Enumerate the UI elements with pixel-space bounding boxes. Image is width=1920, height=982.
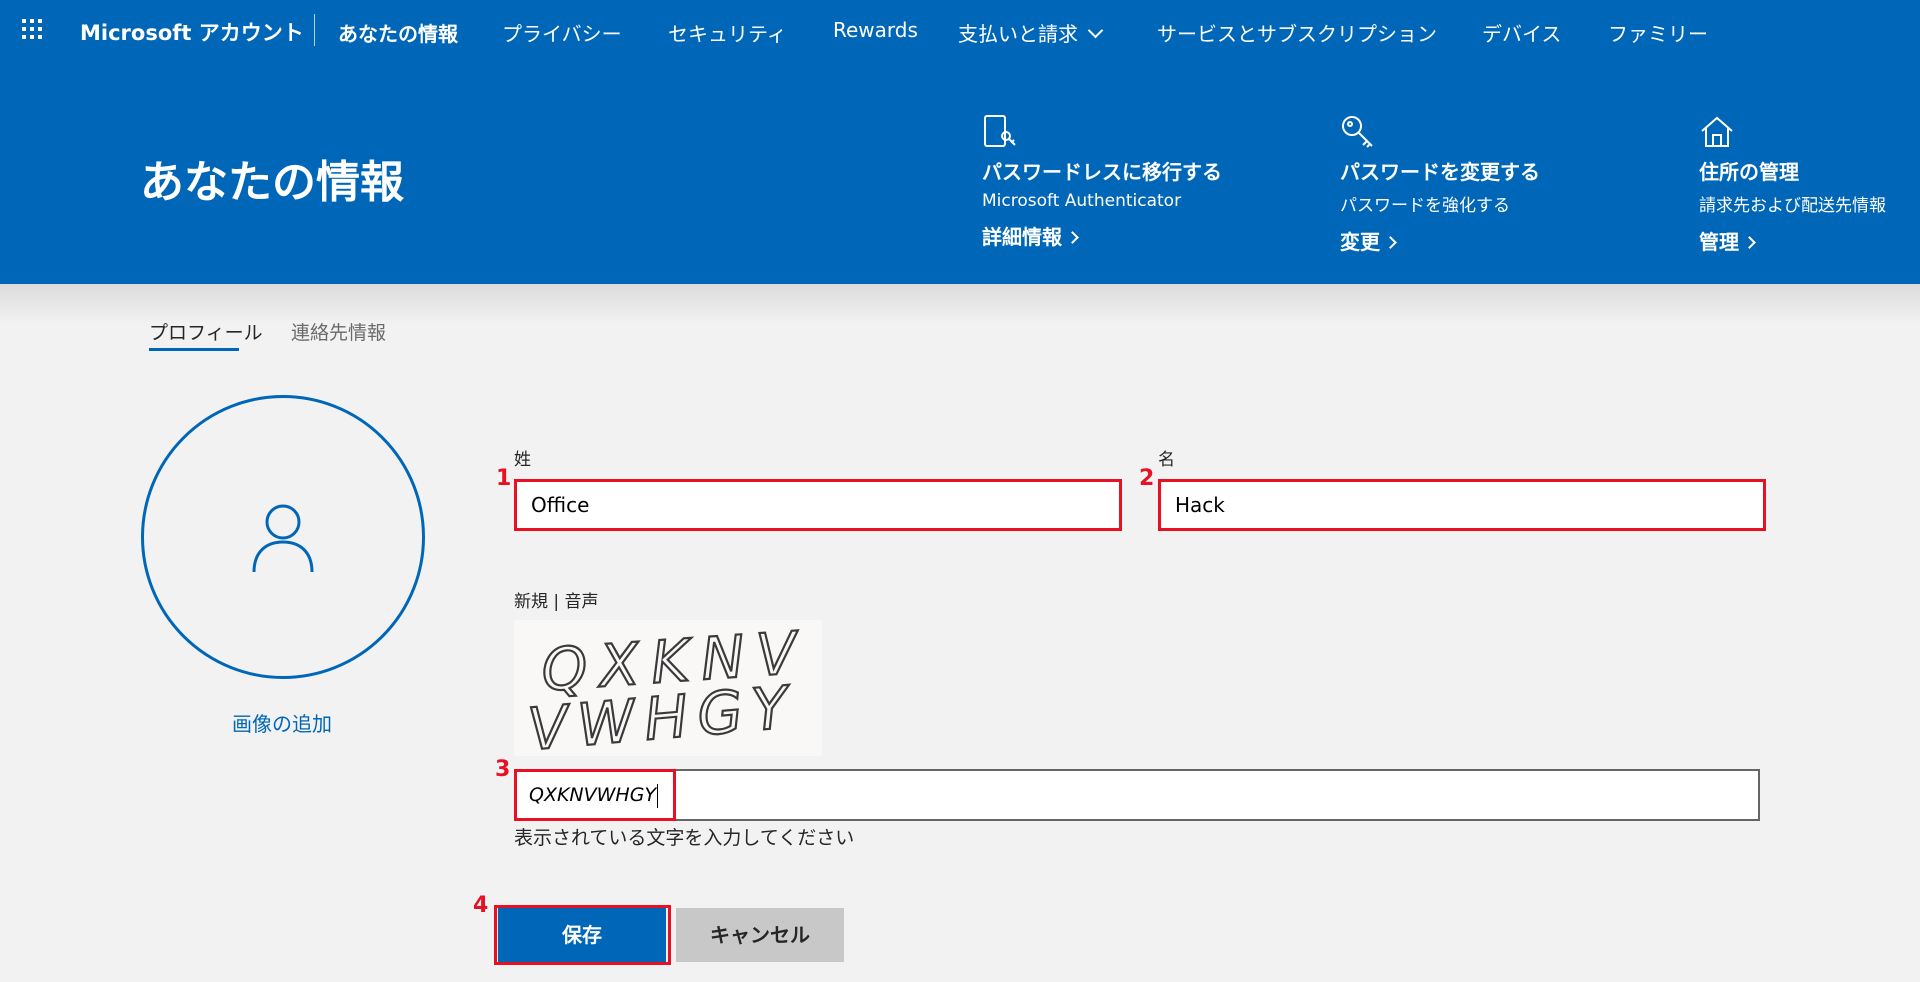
first-name-label: 名 [1158, 450, 1175, 470]
cancel-button[interactable]: キャンセル [676, 908, 844, 962]
nav-privacy[interactable]: プライバシー [502, 18, 622, 47]
first-name-field[interactable]: Hack [1158, 479, 1766, 531]
captcha-image: QXKNV VWHGY [514, 617, 822, 765]
add-photo-link[interactable]: 画像の追加 [232, 708, 332, 737]
annotation-marker-4: 4 [473, 893, 489, 918]
chevron-right-icon [1384, 236, 1397, 249]
nav-payment-billing-label: 支払いと請求 [958, 22, 1078, 46]
quick-action-subtitle: パスワードを強化する [1340, 196, 1510, 216]
manage-link-label: 管理 [1699, 230, 1739, 254]
change-link-label: 変更 [1340, 230, 1380, 254]
hero-shadow [0, 284, 1920, 324]
page-title: あなたの情報 [140, 157, 404, 208]
save-button[interactable]: 保存 [498, 908, 666, 962]
quick-action-passwordless: パスワードレスに移行する Microsoft Authenticator 詳細情… [982, 114, 1232, 250]
tab-profile[interactable]: プロフィール [149, 318, 263, 345]
tab-active-indicator [149, 348, 239, 351]
last-name-label: 姓 [514, 450, 531, 470]
captcha-audio-link[interactable]: 音声 [565, 592, 599, 612]
last-name-field[interactable]: Office [514, 479, 1122, 531]
hero-banner: あなたの情報 パスワードレスに移行する Microsoft Authentica… [0, 60, 1920, 284]
quick-action-subtitle: 請求先および配送先情報 [1699, 196, 1886, 216]
quick-action-subtitle: Microsoft Authenticator [982, 191, 1182, 211]
top-nav-bar: Microsoft アカウント あなたの情報 プライバシー セキュリティ Rew… [0, 0, 1920, 60]
key-icon [1342, 116, 1373, 148]
nav-your-info[interactable]: あなたの情報 [338, 18, 458, 47]
change-password-link[interactable]: 変更 [1340, 226, 1397, 255]
chevron-right-icon [1066, 231, 1079, 244]
manage-addresses-link[interactable]: 管理 [1699, 226, 1756, 255]
text-caret [657, 783, 659, 808]
captcha-separator: | [553, 592, 560, 612]
captcha-mode-links: 新規 | 音声 [514, 587, 599, 612]
avatar[interactable] [141, 395, 425, 679]
brand-title[interactable]: Microsoft アカウント [80, 17, 304, 47]
quick-action-change-password: パスワードを変更する パスワードを強化する 変更 [1340, 114, 1590, 255]
captcha-field[interactable]: QXKNVWHGY [514, 769, 1760, 821]
chevron-down-icon [1087, 22, 1104, 39]
annotation-marker-1: 1 [496, 466, 512, 491]
home-icon [1701, 116, 1733, 147]
annotation-marker-3: 3 [495, 757, 511, 782]
nav-devices[interactable]: デバイス [1482, 18, 1561, 47]
captcha-field-value: QXKNVWHGY [529, 784, 657, 806]
quick-action-addresses: 住所の管理 請求先および配送先情報 管理 [1699, 114, 1920, 255]
nav-services-subscriptions[interactable]: サービスとサブスクリプション [1157, 18, 1437, 47]
chevron-right-icon [1743, 236, 1756, 249]
tab-contact-info[interactable]: 連絡先情報 [291, 318, 386, 345]
passwordless-phone-icon [984, 115, 1016, 147]
app-launcher-icon[interactable] [22, 19, 46, 41]
annotation-marker-2: 2 [1139, 466, 1155, 491]
captcha-new-link[interactable]: 新規 [514, 592, 548, 612]
quick-action-title: 住所の管理 [1699, 160, 1799, 184]
nav-payment-billing[interactable]: 支払いと請求 [958, 18, 1104, 47]
captcha-help-text: 表示されている文字を入力してください [514, 827, 855, 849]
person-icon [252, 504, 314, 573]
nav-security[interactable]: セキュリティ [668, 18, 787, 47]
learn-more-link[interactable]: 詳細情報 [982, 221, 1079, 250]
quick-action-title: パスワードを変更する [1340, 160, 1540, 184]
learn-more-label: 詳細情報 [982, 225, 1062, 249]
nav-family[interactable]: ファミリー [1608, 18, 1708, 47]
brand-divider [314, 14, 315, 46]
quick-action-title: パスワードレスに移行する [982, 160, 1222, 184]
nav-rewards[interactable]: Rewards [833, 18, 918, 42]
